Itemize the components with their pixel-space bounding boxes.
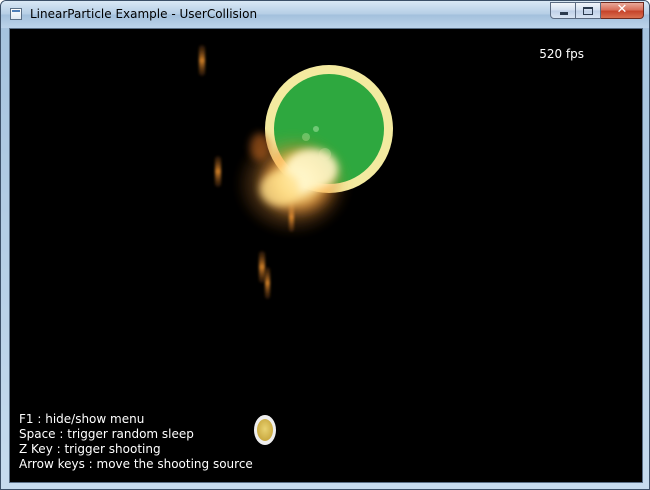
app-window-icon[interactable]	[10, 8, 22, 20]
particle-trail	[265, 267, 270, 299]
help-line-space: Space : trigger random sleep	[19, 427, 194, 441]
minimize-icon	[560, 12, 568, 15]
render-viewport[interactable]: 520 fps F1 : hide/show menu Space : trig…	[9, 28, 643, 483]
particle-trail	[259, 251, 265, 283]
shooting-source	[254, 415, 276, 445]
window-title: LinearParticle Example - UserCollision	[30, 7, 258, 21]
close-button[interactable]: ✕	[601, 2, 644, 19]
particle-trail	[215, 156, 221, 187]
explosion-burst	[235, 132, 351, 236]
help-line-arrow-keys: Arrow keys : move the shooting source	[19, 457, 253, 471]
fps-counter: 520 fps	[539, 47, 584, 61]
particle-trail	[199, 45, 205, 76]
close-icon: ✕	[616, 2, 628, 17]
maximize-button[interactable]	[576, 2, 601, 19]
minimize-button[interactable]	[550, 2, 576, 19]
caption-buttons: ✕	[550, 2, 644, 20]
help-menu: F1 : hide/show menu Space : trigger rand…	[19, 412, 253, 472]
title-bar[interactable]: LinearParticle Example - UserCollision ✕	[1, 1, 649, 28]
application-window: LinearParticle Example - UserCollision ✕	[0, 0, 650, 490]
help-line-f1: F1 : hide/show menu	[19, 412, 145, 426]
help-line-z-key: Z Key : trigger shooting	[19, 442, 161, 456]
maximize-icon	[583, 7, 593, 15]
